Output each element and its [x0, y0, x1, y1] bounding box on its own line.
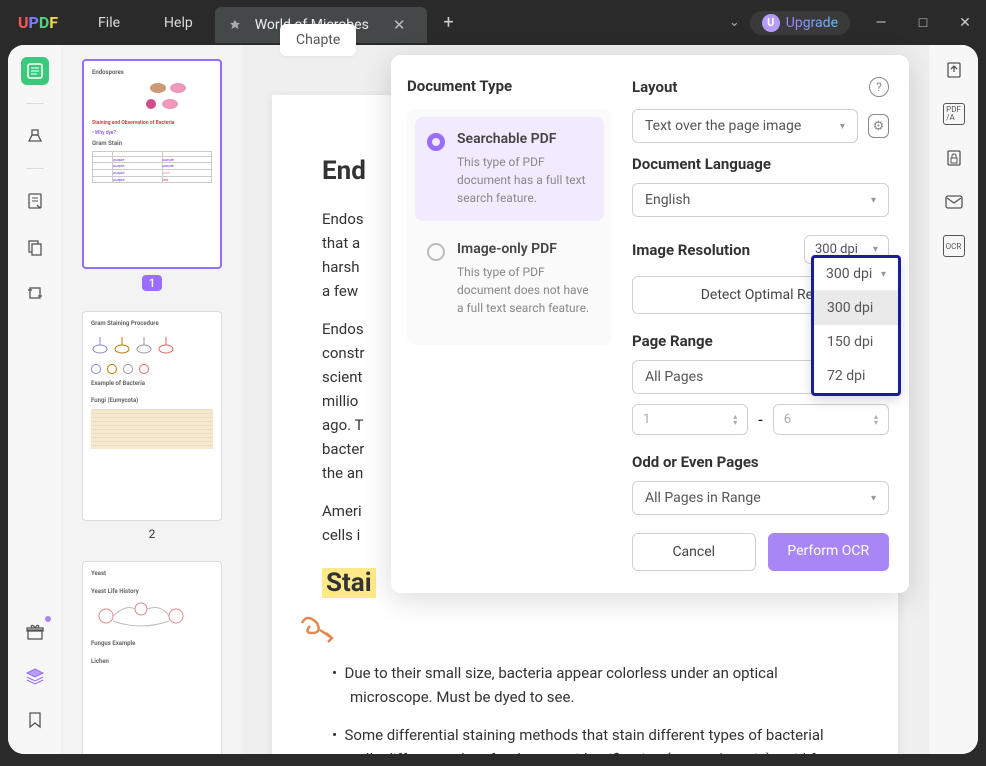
app-logo: UPDF: [0, 13, 76, 32]
crop-tool-icon[interactable]: [21, 279, 49, 307]
thumbnails-panel: Endospores Staining and Observation of B…: [62, 45, 242, 754]
chevron-down-icon: ▾: [881, 269, 886, 280]
gear-icon[interactable]: ⚙: [868, 114, 889, 138]
chevron-down-icon: ▾: [873, 244, 878, 255]
option-searchable-pdf[interactable]: Searchable PDF This type of PDF document…: [415, 117, 604, 221]
tab-close-icon[interactable]: ✕: [393, 16, 406, 34]
bullet-2: • Some differential staining methods tha…: [332, 723, 848, 754]
right-toolbar: PDF/A OCR: [928, 45, 978, 754]
chevron-down-icon: ▾: [871, 195, 876, 206]
language-heading: Document Language: [632, 155, 889, 173]
layout-heading: Layout: [632, 78, 677, 96]
new-tab-button[interactable]: +: [427, 12, 469, 33]
page-thumbnail-3[interactable]: Yeast Yeast Life History Fungus Example …: [82, 561, 222, 754]
resolution-option-150[interactable]: 150 dpi: [814, 325, 898, 359]
perform-ocr-button[interactable]: Perform OCR: [768, 533, 890, 571]
page-thumbnail-1[interactable]: Endospores Staining and Observation of B…: [82, 59, 222, 269]
pdfa-icon[interactable]: PDF/A: [943, 103, 965, 125]
radio-selected-icon: [427, 133, 445, 151]
left-toolbar: [8, 45, 62, 754]
notes-tool-icon[interactable]: [21, 187, 49, 215]
title-bar: UPDF File Help World of Microbes ✕ + ⌄ U…: [0, 0, 986, 45]
menu-help[interactable]: Help: [142, 15, 215, 31]
odd-even-select[interactable]: All Pages in Range▾: [632, 481, 889, 515]
upgrade-button[interactable]: U Upgrade: [750, 11, 850, 35]
tabs-dropdown-icon[interactable]: ⌄: [719, 15, 750, 30]
document-type-heading: Document Type: [407, 77, 612, 95]
page-thumbnail-1-label: 1: [142, 275, 163, 291]
maximize-button[interactable]: □: [902, 7, 944, 39]
resolution-option-72[interactable]: 72 dpi: [814, 359, 898, 393]
lock-page-icon[interactable]: [943, 147, 965, 169]
option-image-only-pdf[interactable]: Image-only PDF This type of PDF document…: [415, 227, 604, 331]
page-thumbnail-2-label: 2: [149, 527, 156, 541]
menu-file[interactable]: File: [76, 15, 142, 31]
chevron-down-icon: ▾: [840, 121, 845, 132]
layers-icon[interactable]: [21, 662, 49, 690]
odd-even-heading: Odd or Even Pages: [632, 453, 889, 471]
range-dash: -: [758, 410, 762, 429]
pin-icon: [227, 17, 243, 33]
resolution-dropdown: 300 dpi▾ 300 dpi 150 dpi 72 dpi: [811, 255, 901, 396]
help-icon[interactable]: ?: [869, 77, 889, 97]
close-button[interactable]: ✕: [944, 7, 986, 39]
ocr-icon[interactable]: OCR: [943, 235, 965, 257]
export-page-icon[interactable]: [943, 59, 965, 81]
bullet-1: • Due to their small size, bacteria appe…: [332, 661, 848, 709]
arrow-doodle-icon: [292, 608, 352, 648]
copy-tool-icon[interactable]: [21, 233, 49, 261]
resolution-heading: Image Resolution: [632, 241, 750, 259]
minimize-button[interactable]: —: [860, 7, 902, 39]
breadcrumb[interactable]: Chapte: [280, 24, 356, 56]
page-thumbnail-2[interactable]: Gram Staining Procedure Example of Bacte…: [82, 311, 222, 521]
range-to-input[interactable]: 6▴▾: [773, 404, 889, 435]
bookmark-icon[interactable]: [21, 706, 49, 734]
highlight-tool-icon[interactable]: [21, 122, 49, 150]
thumbnails-icon[interactable]: [21, 57, 49, 85]
range-from-input[interactable]: 1▴▾: [632, 404, 748, 435]
resolution-option-300[interactable]: 300 dpi: [814, 291, 898, 325]
upgrade-label: Upgrade: [786, 15, 838, 31]
cancel-button[interactable]: Cancel: [632, 533, 756, 571]
language-select[interactable]: English▾: [632, 183, 889, 217]
radio-empty-icon: [427, 243, 445, 261]
gift-icon[interactable]: [21, 618, 49, 646]
mail-icon[interactable]: [943, 191, 965, 213]
resolution-dropdown-header[interactable]: 300 dpi▾: [814, 258, 898, 291]
upgrade-badge-icon: U: [762, 14, 780, 32]
layout-select[interactable]: Text over the page image▾: [632, 109, 858, 143]
chevron-down-icon: ▾: [871, 493, 876, 504]
